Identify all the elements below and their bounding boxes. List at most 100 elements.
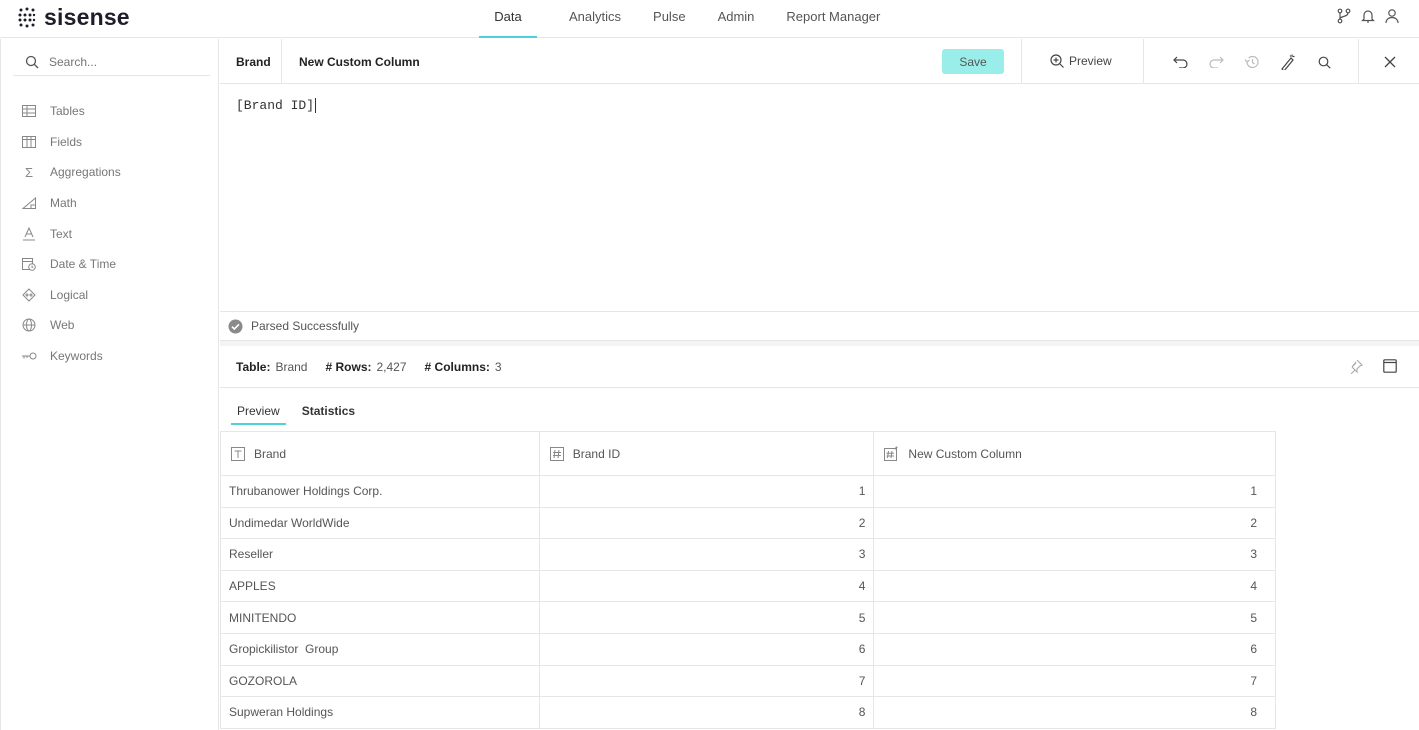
cell-new-custom-column[interactable]: 7 bbox=[873, 664, 1276, 698]
maximize-panel-icon[interactable] bbox=[1383, 359, 1397, 373]
cell-new-custom-column[interactable]: 2 bbox=[873, 506, 1276, 540]
nav-tab-admin[interactable]: Admin bbox=[702, 0, 771, 38]
nav-tab-data[interactable]: Data bbox=[479, 0, 537, 38]
nav-tab-analytics[interactable]: Analytics bbox=[553, 0, 637, 38]
sidebar-item-math[interactable]: Math bbox=[1, 188, 220, 219]
sidebar-item-label: Aggregations bbox=[50, 165, 121, 180]
sidebar-item-web[interactable]: Web bbox=[1, 310, 220, 341]
table-icon bbox=[21, 104, 37, 118]
nav-tab-report-manager[interactable]: Report Manager bbox=[770, 0, 896, 38]
cell-new-custom-column[interactable]: 6 bbox=[873, 632, 1276, 666]
sidebar-search[interactable] bbox=[13, 49, 210, 76]
sidebar-item-label: Fields bbox=[50, 134, 83, 149]
table-row: MINITENDO 5 5 bbox=[220, 601, 1276, 634]
top-navigation-bar: sisense Data Analytics Pulse Admin Repor… bbox=[0, 0, 1419, 38]
branch-icon[interactable] bbox=[1337, 8, 1351, 24]
table-value: Brand bbox=[275, 359, 308, 374]
sisense-logo[interactable]: sisense bbox=[18, 4, 130, 31]
column-header-brand[interactable]: Brand bbox=[220, 431, 540, 476]
formula-editor[interactable]: [Brand ID] bbox=[220, 85, 1419, 311]
cell-brand-id[interactable]: 6 bbox=[538, 632, 875, 666]
cell-brand[interactable]: Gropickilistor Group bbox=[220, 632, 540, 666]
functions-sidebar: Tables Fields Σ Aggregations Math Text bbox=[0, 39, 219, 730]
sidebar-item-logical[interactable]: Logical bbox=[1, 280, 220, 311]
tab-statistics[interactable]: Statistics bbox=[296, 400, 361, 425]
cell-brand[interactable]: Undimedar WorldWide bbox=[220, 506, 540, 540]
calendar-clock-icon bbox=[21, 257, 37, 272]
logical-icon bbox=[21, 288, 37, 302]
cell-brand-id[interactable]: 1 bbox=[538, 475, 875, 508]
tab-preview[interactable]: Preview bbox=[231, 400, 286, 425]
sidebar-item-tables[interactable]: Tables bbox=[1, 96, 220, 127]
cell-new-custom-column[interactable]: 1 bbox=[873, 475, 1276, 508]
cell-brand[interactable]: APPLES bbox=[220, 569, 540, 603]
redo-icon[interactable] bbox=[1208, 54, 1224, 70]
column-header-label: New Custom Column bbox=[908, 446, 1022, 461]
pin-icon[interactable] bbox=[1349, 359, 1363, 374]
user-icon[interactable] bbox=[1385, 8, 1399, 24]
function-categories: Tables Fields Σ Aggregations Math Text D… bbox=[1, 96, 220, 371]
check-circle-icon bbox=[228, 319, 243, 333]
rows-value: 2,427 bbox=[376, 359, 407, 374]
text-cursor bbox=[315, 98, 317, 114]
search-icon[interactable] bbox=[1316, 54, 1332, 70]
globe-icon bbox=[21, 318, 37, 332]
sidebar-item-label: Date & Time bbox=[50, 257, 117, 272]
custom-number-column-icon bbox=[884, 446, 899, 461]
sidebar-item-aggregations[interactable]: Σ Aggregations bbox=[1, 157, 220, 188]
save-button[interactable]: Save bbox=[942, 49, 1004, 74]
column-header-new-custom-column[interactable]: New Custom Column bbox=[873, 431, 1276, 476]
sidebar-item-label: Tables bbox=[50, 104, 85, 119]
cell-brand-id[interactable]: 3 bbox=[538, 538, 875, 571]
preview-button[interactable]: Preview bbox=[1050, 54, 1112, 68]
cell-brand[interactable]: Thrubanower Holdings Corp. bbox=[220, 475, 540, 508]
sidebar-item-date-time[interactable]: Date & Time bbox=[1, 249, 220, 280]
cell-new-custom-column[interactable]: 8 bbox=[873, 696, 1276, 729]
preview-table: Brand Brand ID New Custom Column Thruban… bbox=[220, 431, 1276, 729]
formula-text[interactable]: [Brand ID] bbox=[236, 98, 317, 114]
undo-icon[interactable] bbox=[1172, 54, 1188, 70]
nav-tab-pulse[interactable]: Pulse bbox=[637, 0, 702, 38]
table-row: Undimedar WorldWide 2 2 bbox=[220, 506, 1276, 540]
column-header-brand-id[interactable]: Brand ID bbox=[538, 431, 875, 476]
cell-brand-id[interactable]: 4 bbox=[538, 569, 875, 603]
sidebar-item-text[interactable]: Text bbox=[1, 218, 220, 249]
divider bbox=[1143, 39, 1144, 84]
history-icon[interactable] bbox=[1244, 54, 1260, 70]
table-row: Thrubanower Holdings Corp. 1 1 bbox=[220, 475, 1276, 508]
bell-icon[interactable] bbox=[1361, 8, 1375, 24]
cell-new-custom-column[interactable]: 4 bbox=[873, 569, 1276, 603]
columns-label: # Columns: bbox=[424, 359, 490, 374]
close-icon[interactable] bbox=[1382, 54, 1398, 70]
cell-brand-id[interactable]: 2 bbox=[538, 506, 875, 540]
cell-brand[interactable]: Supweran Holdings bbox=[220, 696, 540, 729]
cell-brand[interactable]: GOZOROLA bbox=[220, 664, 540, 698]
table-row: APPLES 4 4 bbox=[220, 569, 1276, 603]
editor-toolbar: Brand New Custom Column Save Preview bbox=[220, 39, 1419, 84]
table-row: Supweran Holdings 8 8 bbox=[220, 696, 1276, 729]
magic-wand-icon[interactable] bbox=[1280, 54, 1296, 70]
sidebar-item-label: Web bbox=[50, 318, 75, 333]
column-header-label: Brand bbox=[254, 446, 287, 461]
table-row: GOZOROLA 7 7 bbox=[220, 664, 1276, 698]
sidebar-item-label: Logical bbox=[50, 287, 89, 302]
table-name: Brand bbox=[236, 55, 271, 69]
search-input[interactable] bbox=[49, 55, 199, 69]
table-label: Table: bbox=[236, 359, 271, 374]
cell-new-custom-column[interactable]: 5 bbox=[873, 601, 1276, 634]
parse-status-bar: Parsed Successfully bbox=[220, 311, 1419, 341]
cell-brand-id[interactable]: 8 bbox=[538, 696, 875, 729]
cell-new-custom-column[interactable]: 3 bbox=[873, 538, 1276, 571]
cell-brand[interactable]: Reseller bbox=[220, 538, 540, 571]
main-nav: Data Analytics Pulse Admin Report Manage… bbox=[479, 0, 896, 38]
custom-column-name[interactable]: New Custom Column bbox=[299, 55, 420, 69]
sidebar-item-fields[interactable]: Fields bbox=[1, 127, 220, 158]
cell-brand-id[interactable]: 5 bbox=[538, 601, 875, 634]
preview-label: Preview bbox=[1069, 54, 1112, 68]
info-actions bbox=[1349, 359, 1397, 374]
cell-brand[interactable]: MINITENDO bbox=[220, 601, 540, 634]
top-right-icons bbox=[1337, 8, 1399, 24]
cell-brand-id[interactable]: 7 bbox=[538, 664, 875, 698]
sidebar-item-keywords[interactable]: Keywords bbox=[1, 341, 220, 372]
logo-text: sisense bbox=[44, 4, 130, 30]
